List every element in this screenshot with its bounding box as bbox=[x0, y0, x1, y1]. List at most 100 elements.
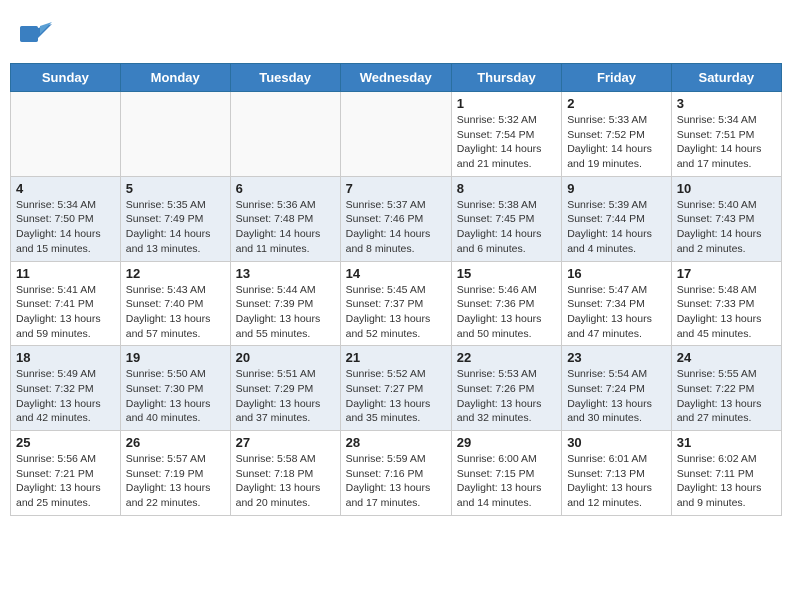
logo bbox=[20, 20, 58, 53]
calendar-cell: 14 Sunrise: 5:45 AM Sunset: 7:37 PM Dayli… bbox=[340, 261, 451, 346]
calendar-week-row: 25 Sunrise: 5:56 AM Sunset: 7:21 PM Dayli… bbox=[11, 431, 782, 516]
day-number: 3 bbox=[677, 96, 776, 111]
calendar-cell: 3 Sunrise: 5:34 AM Sunset: 7:51 PM Daylig… bbox=[671, 92, 781, 177]
calendar-week-row: 11 Sunrise: 5:41 AM Sunset: 7:41 PM Dayli… bbox=[11, 261, 782, 346]
calendar-header-row: SundayMondayTuesdayWednesdayThursdayFrid… bbox=[11, 64, 782, 92]
day-info: Sunrise: 5:57 AM Sunset: 7:19 PM Dayligh… bbox=[126, 452, 225, 511]
day-number: 15 bbox=[457, 266, 556, 281]
calendar-cell: 19Sunrise: 5:50 AM Sunset: 7:30 PM Dayli… bbox=[120, 346, 230, 431]
calendar-cell: 16Sunrise: 5:47 AM Sunset: 7:34 PM Dayli… bbox=[562, 261, 672, 346]
day-number: 20 bbox=[236, 350, 335, 365]
day-info: Sunrise: 5:41 AM Sunset: 7:41 PM Dayligh… bbox=[16, 283, 115, 342]
calendar-cell: 30 Sunrise: 6:01 AM Sunset: 7:13 PM Dayli… bbox=[562, 431, 672, 516]
calendar-cell: 31 Sunrise: 6:02 AM Sunset: 7:11 PM Dayli… bbox=[671, 431, 781, 516]
day-info: Sunrise: 5:39 AM Sunset: 7:44 PM Dayligh… bbox=[567, 198, 666, 257]
calendar-cell: 15 Sunrise: 5:46 AM Sunset: 7:36 PM Dayli… bbox=[451, 261, 561, 346]
day-info: Sunrise: 5:32 AM Sunset: 7:54 PM Dayligh… bbox=[457, 113, 556, 172]
day-info: Sunrise: 5:54 AM Sunset: 7:24 PM Dayligh… bbox=[567, 367, 666, 426]
day-info: Sunrise: 6:02 AM Sunset: 7:11 PM Dayligh… bbox=[677, 452, 776, 511]
day-number: 8 bbox=[457, 181, 556, 196]
calendar-cell bbox=[230, 92, 340, 177]
day-header-monday: Monday bbox=[120, 64, 230, 92]
day-header-sunday: Sunday bbox=[11, 64, 121, 92]
day-info: Sunrise: 5:58 AM Sunset: 7:18 PM Dayligh… bbox=[236, 452, 335, 511]
day-number: 27 bbox=[236, 435, 335, 450]
calendar-cell: 1 Sunrise: 5:32 AM Sunset: 7:54 PM Daylig… bbox=[451, 92, 561, 177]
day-info: Sunrise: 5:38 AM Sunset: 7:45 PM Dayligh… bbox=[457, 198, 556, 257]
calendar-cell: 17Sunrise: 5:48 AM Sunset: 7:33 PM Dayli… bbox=[671, 261, 781, 346]
day-number: 4 bbox=[16, 181, 115, 196]
day-info: Sunrise: 5:36 AM Sunset: 7:48 PM Dayligh… bbox=[236, 198, 335, 257]
calendar-cell: 6 Sunrise: 5:36 AM Sunset: 7:48 PM Daylig… bbox=[230, 176, 340, 261]
day-number: 9 bbox=[567, 181, 666, 196]
day-header-thursday: Thursday bbox=[451, 64, 561, 92]
day-info: Sunrise: 6:01 AM Sunset: 7:13 PM Dayligh… bbox=[567, 452, 666, 511]
calendar-cell: 28 Sunrise: 5:59 AM Sunset: 7:16 PM Dayli… bbox=[340, 431, 451, 516]
calendar-cell: 9 Sunrise: 5:39 AM Sunset: 7:44 PM Daylig… bbox=[562, 176, 672, 261]
day-number: 23 bbox=[567, 350, 666, 365]
day-number: 6 bbox=[236, 181, 335, 196]
day-number: 14 bbox=[346, 266, 446, 281]
day-info: Sunrise: 5:51 AM Sunset: 7:29 PM Dayligh… bbox=[236, 367, 335, 426]
day-number: 7 bbox=[346, 181, 446, 196]
calendar-cell: 24Sunrise: 5:55 AM Sunset: 7:22 PM Dayli… bbox=[671, 346, 781, 431]
calendar-cell: 5Sunrise: 5:35 AM Sunset: 7:49 PM Daylig… bbox=[120, 176, 230, 261]
calendar-cell: 23 Sunrise: 5:54 AM Sunset: 7:24 PM Dayli… bbox=[562, 346, 672, 431]
calendar-cell: 20 Sunrise: 5:51 AM Sunset: 7:29 PM Dayli… bbox=[230, 346, 340, 431]
day-number: 10 bbox=[677, 181, 776, 196]
day-number: 11 bbox=[16, 266, 115, 281]
day-number: 1 bbox=[457, 96, 556, 111]
day-number: 22 bbox=[457, 350, 556, 365]
day-number: 28 bbox=[346, 435, 446, 450]
calendar-cell: 21 Sunrise: 5:52 AM Sunset: 7:27 PM Dayli… bbox=[340, 346, 451, 431]
day-info: Sunrise: 5:45 AM Sunset: 7:37 PM Dayligh… bbox=[346, 283, 446, 342]
day-header-saturday: Saturday bbox=[671, 64, 781, 92]
calendar-cell: 25 Sunrise: 5:56 AM Sunset: 7:21 PM Dayli… bbox=[11, 431, 121, 516]
day-info: Sunrise: 5:34 AM Sunset: 7:50 PM Dayligh… bbox=[16, 198, 115, 257]
calendar-cell: 22 Sunrise: 5:53 AM Sunset: 7:26 PM Dayli… bbox=[451, 346, 561, 431]
day-info: Sunrise: 5:49 AM Sunset: 7:32 PM Dayligh… bbox=[16, 367, 115, 426]
day-info: Sunrise: 5:46 AM Sunset: 7:36 PM Dayligh… bbox=[457, 283, 556, 342]
day-number: 5 bbox=[126, 181, 225, 196]
calendar-week-row: 18 Sunrise: 5:49 AM Sunset: 7:32 PM Dayli… bbox=[11, 346, 782, 431]
day-info: Sunrise: 5:33 AM Sunset: 7:52 PM Dayligh… bbox=[567, 113, 666, 172]
calendar-cell: 26 Sunrise: 5:57 AM Sunset: 7:19 PM Dayli… bbox=[120, 431, 230, 516]
calendar-cell: 10Sunrise: 5:40 AM Sunset: 7:43 PM Dayli… bbox=[671, 176, 781, 261]
day-info: Sunrise: 5:56 AM Sunset: 7:21 PM Dayligh… bbox=[16, 452, 115, 511]
calendar-week-row: 1 Sunrise: 5:32 AM Sunset: 7:54 PM Daylig… bbox=[11, 92, 782, 177]
day-number: 25 bbox=[16, 435, 115, 450]
calendar-cell: 29 Sunrise: 6:00 AM Sunset: 7:15 PM Dayli… bbox=[451, 431, 561, 516]
calendar-cell: 11 Sunrise: 5:41 AM Sunset: 7:41 PM Dayli… bbox=[11, 261, 121, 346]
calendar-cell: 7 Sunrise: 5:37 AM Sunset: 7:46 PM Daylig… bbox=[340, 176, 451, 261]
day-number: 13 bbox=[236, 266, 335, 281]
day-info: Sunrise: 5:59 AM Sunset: 7:16 PM Dayligh… bbox=[346, 452, 446, 511]
day-header-wednesday: Wednesday bbox=[340, 64, 451, 92]
day-info: Sunrise: 5:48 AM Sunset: 7:33 PM Dayligh… bbox=[677, 283, 776, 342]
day-info: Sunrise: 5:53 AM Sunset: 7:26 PM Dayligh… bbox=[457, 367, 556, 426]
calendar-cell bbox=[11, 92, 121, 177]
calendar-cell: 2 Sunrise: 5:33 AM Sunset: 7:52 PM Daylig… bbox=[562, 92, 672, 177]
day-info: Sunrise: 5:43 AM Sunset: 7:40 PM Dayligh… bbox=[126, 283, 225, 342]
day-info: Sunrise: 6:00 AM Sunset: 7:15 PM Dayligh… bbox=[457, 452, 556, 511]
day-number: 21 bbox=[346, 350, 446, 365]
day-info: Sunrise: 5:44 AM Sunset: 7:39 PM Dayligh… bbox=[236, 283, 335, 342]
day-number: 19 bbox=[126, 350, 225, 365]
page-header bbox=[10, 10, 782, 58]
day-info: Sunrise: 5:37 AM Sunset: 7:46 PM Dayligh… bbox=[346, 198, 446, 257]
day-number: 18 bbox=[16, 350, 115, 365]
day-number: 12 bbox=[126, 266, 225, 281]
day-number: 31 bbox=[677, 435, 776, 450]
day-number: 2 bbox=[567, 96, 666, 111]
calendar-cell: 13 Sunrise: 5:44 AM Sunset: 7:39 PM Dayli… bbox=[230, 261, 340, 346]
calendar-cell: 27 Sunrise: 5:58 AM Sunset: 7:18 PM Dayli… bbox=[230, 431, 340, 516]
day-number: 30 bbox=[567, 435, 666, 450]
calendar-cell: 12 Sunrise: 5:43 AM Sunset: 7:40 PM Dayli… bbox=[120, 261, 230, 346]
day-header-friday: Friday bbox=[562, 64, 672, 92]
day-number: 26 bbox=[126, 435, 225, 450]
day-info: Sunrise: 5:52 AM Sunset: 7:27 PM Dayligh… bbox=[346, 367, 446, 426]
calendar-week-row: 4 Sunrise: 5:34 AM Sunset: 7:50 PM Daylig… bbox=[11, 176, 782, 261]
day-info: Sunrise: 5:34 AM Sunset: 7:51 PM Dayligh… bbox=[677, 113, 776, 172]
day-number: 16 bbox=[567, 266, 666, 281]
day-number: 29 bbox=[457, 435, 556, 450]
calendar-table: SundayMondayTuesdayWednesdayThursdayFrid… bbox=[10, 63, 782, 516]
